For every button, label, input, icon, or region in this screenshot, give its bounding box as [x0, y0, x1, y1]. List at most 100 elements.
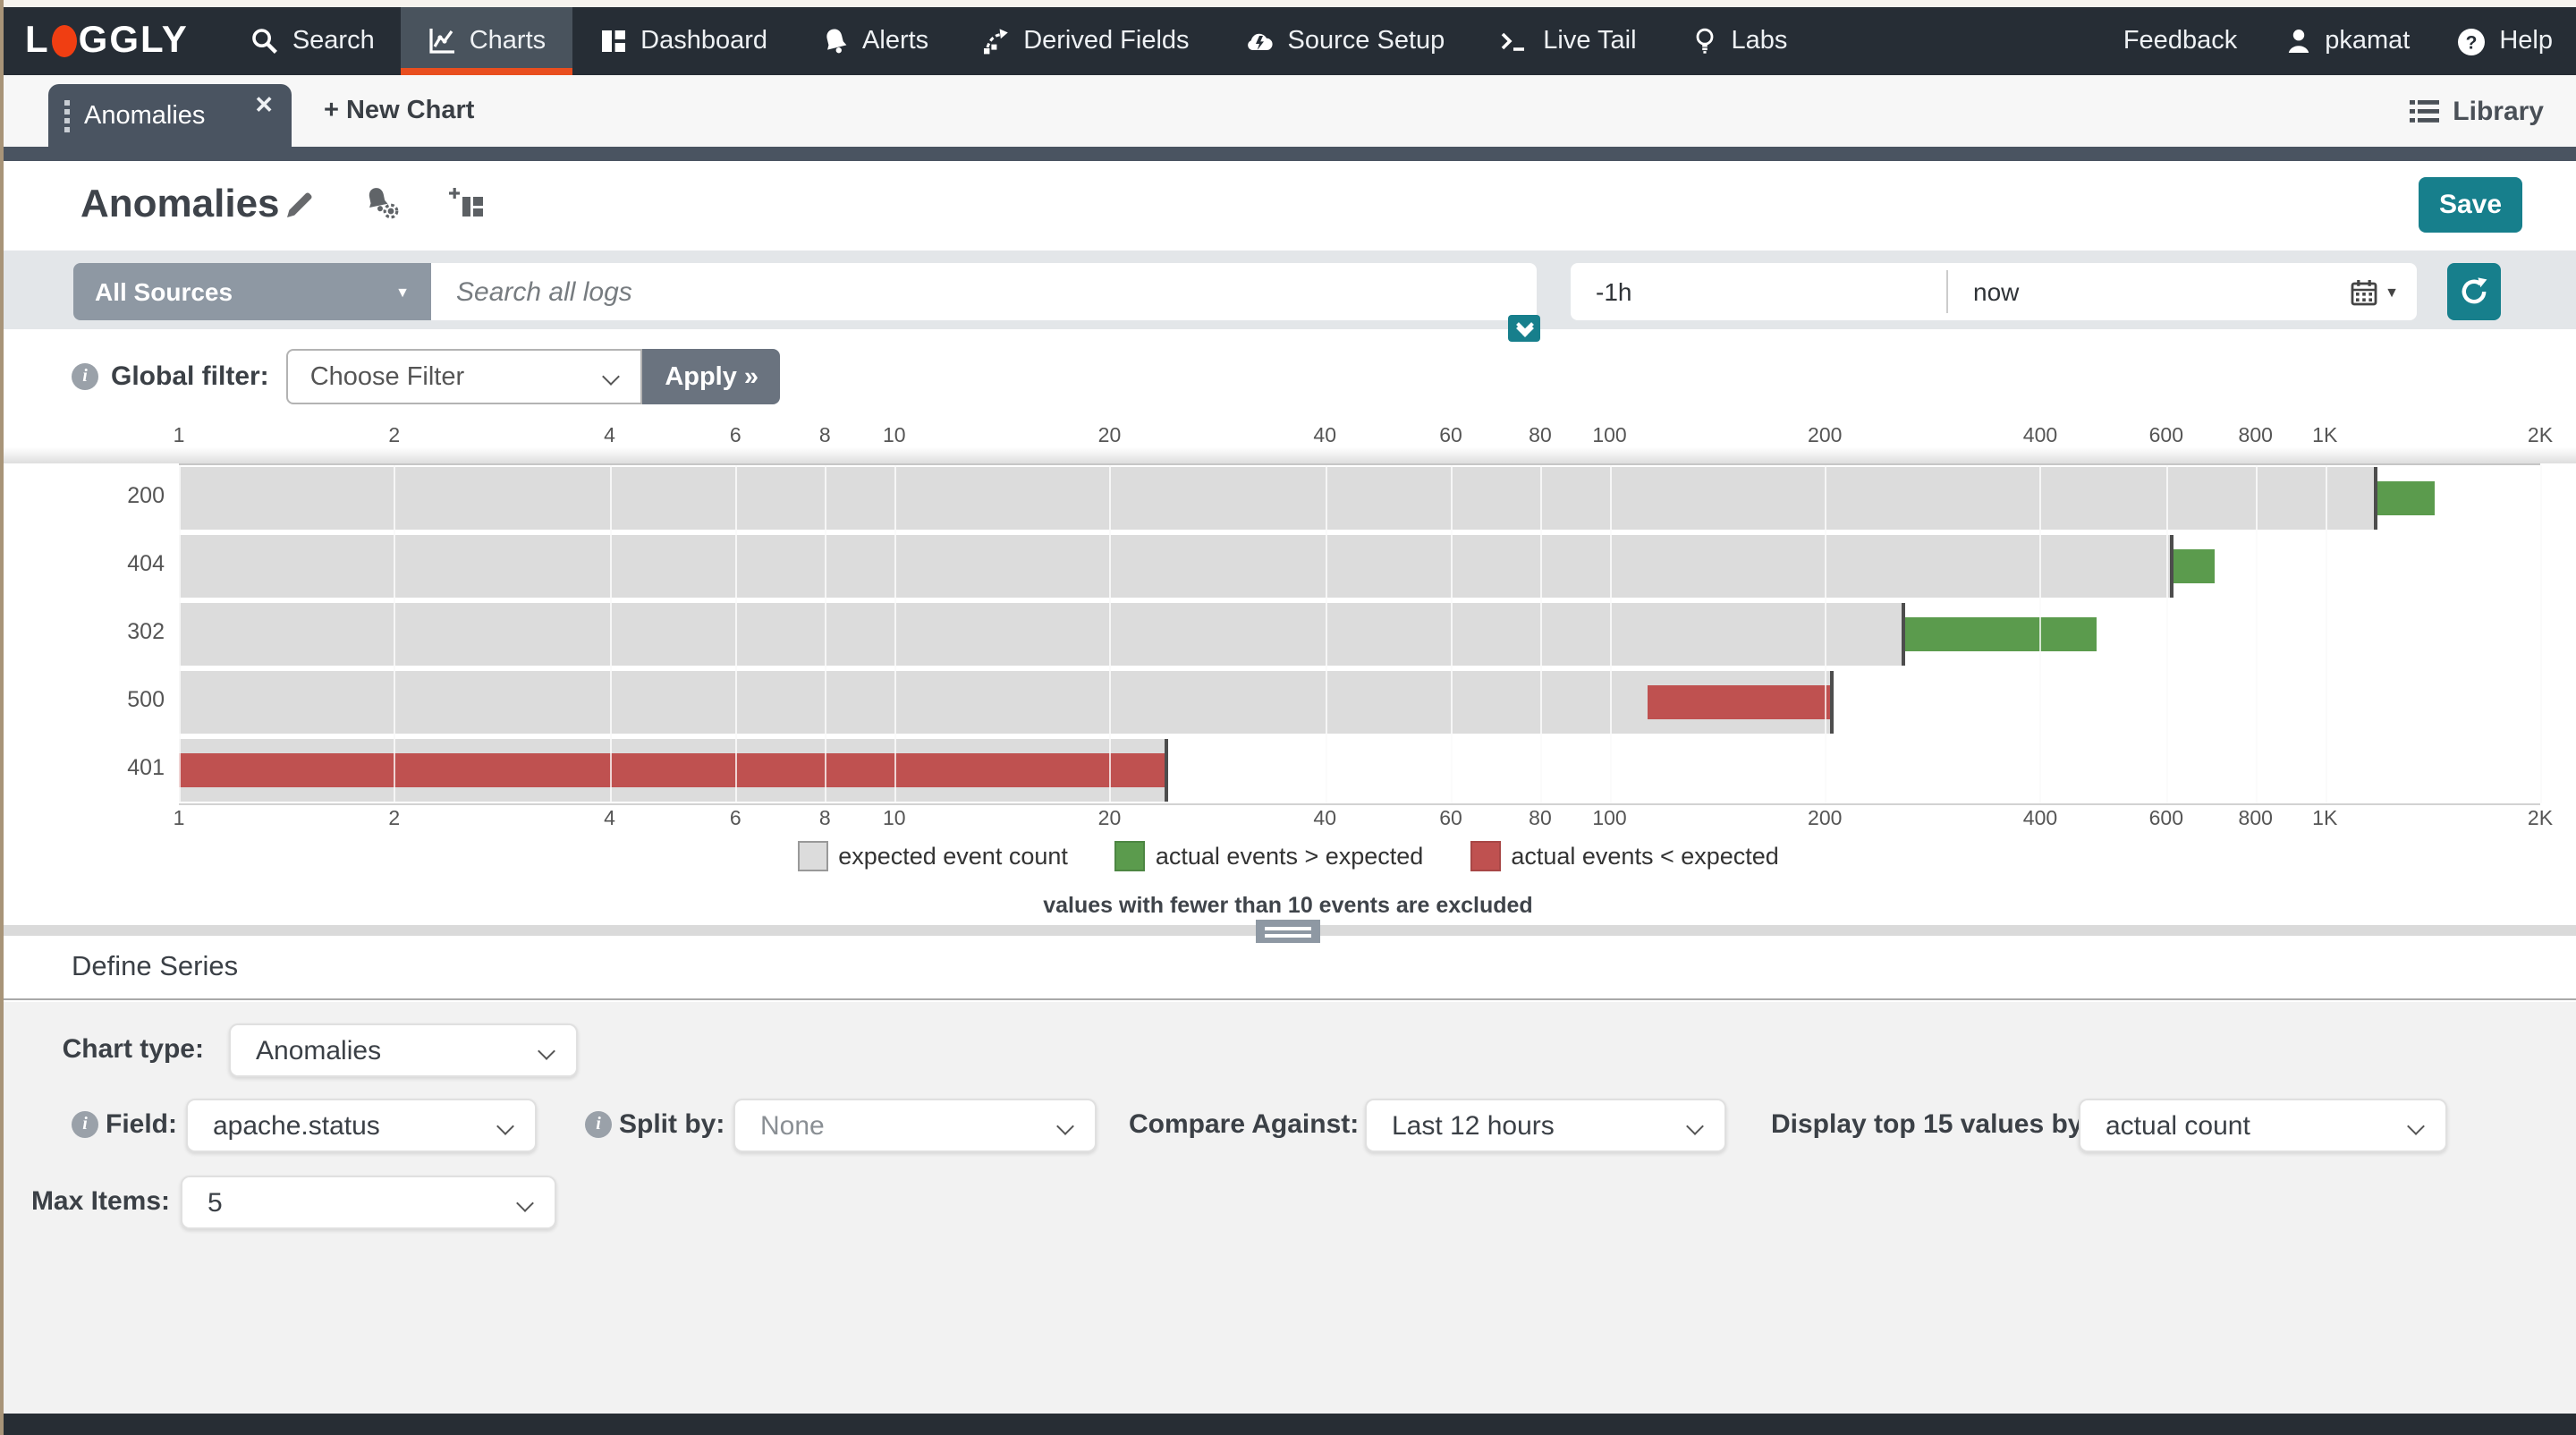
gridline [1325, 465, 1326, 803]
edit-pencil-icon[interactable] [283, 187, 317, 221]
search-input[interactable] [431, 263, 1537, 320]
refresh-button[interactable] [2447, 263, 2501, 320]
nav-label: Alerts [862, 27, 928, 55]
nav-label: Live Tail [1543, 27, 1636, 55]
calendar-icon [2351, 278, 2377, 305]
loggly-logo[interactable]: LGGLY [0, 7, 225, 75]
tick-label: 4 [604, 426, 615, 447]
apply-button[interactable]: Apply » [643, 349, 781, 404]
info-icon: i [72, 1111, 98, 1138]
nav-item-alerts[interactable]: Alerts [794, 7, 955, 75]
gridline [2325, 465, 2326, 803]
dropdown-triangle-icon: ▼ [395, 284, 410, 300]
nav-label: Dashboard [640, 27, 767, 55]
tab-close-icon[interactable]: ✕ [254, 93, 274, 116]
tick-label: 800 [2239, 809, 2273, 830]
gridline [179, 465, 181, 803]
legend-swatch [797, 841, 827, 871]
legend-swatch [1470, 841, 1500, 871]
calendar-picker[interactable]: ▼ [2351, 263, 2417, 320]
add-to-dashboard-icon[interactable] [449, 188, 485, 220]
nav-item-feedback[interactable]: Feedback [2100, 27, 2260, 55]
tick-label: 4 [604, 809, 615, 830]
tick-label: 1K [2312, 426, 2337, 447]
tick-label: 200 [1808, 809, 1842, 830]
field-select[interactable]: apache.status [186, 1099, 537, 1152]
new-chart-button[interactable]: + New Chart [324, 75, 474, 147]
info-icon: i [72, 363, 98, 390]
tab-label: Anomalies [84, 101, 205, 130]
bar-row-200 [179, 467, 2540, 530]
compare-against-select[interactable]: Last 12 hours [1365, 1099, 1726, 1152]
nav-item-live-tail[interactable]: Live Tail [1471, 7, 1663, 75]
all-sources-dropdown[interactable]: All Sources ▼ [73, 263, 431, 320]
filter-bar: All Sources ▼ ▼ [0, 250, 2576, 329]
plot-area [179, 463, 2540, 805]
nav-item-charts[interactable]: Charts [402, 7, 572, 75]
lightbulb-icon [1690, 27, 1719, 55]
bar-row-302 [179, 603, 2540, 666]
tick-label: 60 [1439, 426, 1462, 447]
gridline [1610, 465, 1612, 803]
derived-fields-icon [982, 27, 1011, 55]
resize-drag-handle[interactable] [1256, 920, 1320, 943]
bar-row-401 [179, 739, 2540, 802]
top-nav: LGGLY Search Charts Dashboard Alerts [0, 7, 2576, 75]
bar-row-404 [179, 535, 2540, 598]
tab-grip-icon[interactable] [64, 99, 70, 132]
nav-item-dashboard[interactable]: Dashboard [572, 7, 794, 75]
gridline [1451, 465, 1453, 803]
category-label: 302 [93, 601, 165, 664]
expand-search-button[interactable] [1508, 315, 1540, 342]
time-from-input[interactable] [1571, 263, 1946, 320]
nav-item-help[interactable]: ? Help [2433, 26, 2576, 56]
chart-footnote: values with fewer than 10 events are exc… [0, 893, 2576, 918]
bottom-dark-strip [0, 1414, 2576, 1435]
tick-label: 80 [1529, 426, 1552, 447]
chevron-down-icon [1686, 1117, 1704, 1135]
user-icon [2284, 27, 2312, 55]
library-list-icon [2410, 98, 2440, 124]
library-button[interactable]: Library [2410, 75, 2544, 147]
tick-label: 80 [1529, 809, 1552, 830]
display-top-label: Display top 15 values by: [1771, 1099, 2091, 1152]
chart-type-select[interactable]: Anomalies [229, 1023, 578, 1077]
create-alert-icon[interactable] [363, 186, 402, 222]
chart-type-label: Chart type: [0, 1023, 204, 1077]
nav-item-labs[interactable]: Labs [1664, 7, 1815, 75]
global-filter-select[interactable]: Choose Filter [287, 349, 643, 404]
time-range-box: ▼ [1571, 263, 2417, 320]
cloud-icon [1243, 27, 1275, 55]
tab-strip: Anomalies ✕ + New Chart Library [0, 75, 2576, 147]
max-items-label: Max Items: [0, 1176, 170, 1229]
info-icon: i [585, 1111, 612, 1138]
nav-item-search[interactable]: Search [225, 7, 402, 75]
time-to-input[interactable] [1948, 263, 2324, 320]
max-items-select[interactable]: 5 [181, 1176, 556, 1229]
save-button[interactable]: Save [2419, 177, 2522, 233]
desktop-edge-strip [0, 0, 4, 1435]
tab-anomalies[interactable]: Anomalies ✕ [48, 84, 292, 147]
gridline [2166, 465, 2168, 803]
nav-item-user[interactable]: pkamat [2260, 27, 2433, 55]
nav-item-source-setup[interactable]: Source Setup [1216, 7, 1472, 75]
tab-strip-bottom-bar [0, 147, 2576, 161]
compare-against-label: Compare Against: [1129, 1099, 1359, 1152]
line-chart-icon [428, 27, 457, 55]
split-by-select[interactable]: None [733, 1099, 1097, 1152]
expected-bar [179, 671, 1833, 734]
category-label: 401 [93, 737, 165, 800]
define-series-header: Define Series [0, 936, 2576, 1000]
svg-text:?: ? [2466, 31, 2478, 52]
gridline [735, 465, 737, 803]
tick-label: 10 [883, 426, 906, 447]
desktop-edge-strip [0, 0, 2576, 7]
nav-label: Charts [470, 27, 546, 55]
display-top-select[interactable]: actual count [2079, 1099, 2447, 1152]
nav-item-derived-fields[interactable]: Derived Fields [955, 7, 1216, 75]
page-title: Anomalies [80, 181, 280, 227]
calendar-dropdown-triangle: ▼ [2385, 284, 2399, 300]
tick-label: 100 [1592, 426, 1626, 447]
expected-bar [179, 467, 2377, 530]
tick-label: 2K [2528, 809, 2553, 830]
